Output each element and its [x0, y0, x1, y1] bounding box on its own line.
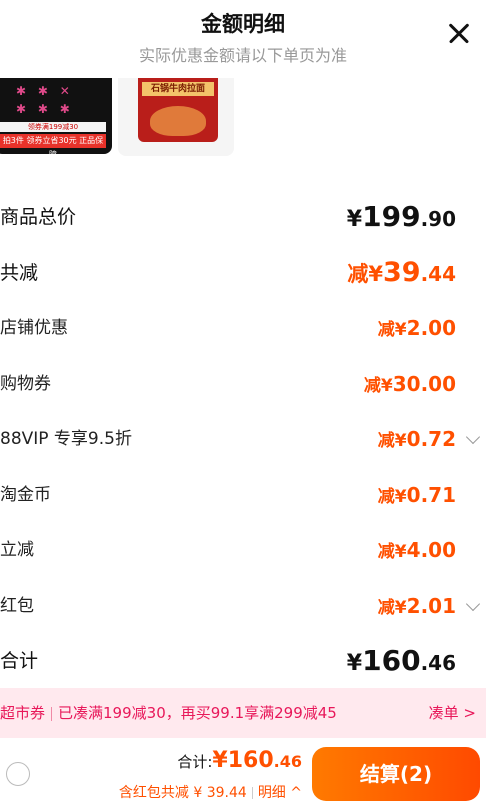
checkout-button[interactable]: 结算(2) [312, 747, 480, 801]
row-value: 减¥39.44 [347, 257, 456, 288]
row-label: 商品总价 [0, 206, 77, 228]
total-label: 合计: [177, 753, 213, 771]
row-label: 立减 [0, 540, 34, 560]
row-label: 店铺优惠 [0, 318, 68, 338]
row-grand-total: 合计 ¥160.46 [0, 641, 486, 681]
panel-header: 金额明细 实际优惠金额请以下单页为准 [0, 0, 486, 78]
promo-text: 超市券 已凑满199减30，再买99.1享满299减45 [0, 688, 337, 738]
page-subtitle: 实际优惠金额请以下单页为准 [138, 46, 347, 65]
row-88vip[interactable]: 88VIP 专享9.5折 减¥0.72 [0, 419, 486, 459]
page-title: 金额明细 [201, 12, 285, 36]
row-value: 减¥30.00 [363, 372, 456, 396]
discount-summary-text: 含红包共减 ¥ 39.44 [118, 785, 247, 801]
row-value: 减¥2.01 [377, 594, 456, 618]
promo-tag: 超市券 [0, 704, 46, 722]
row-value: 减¥0.72 [377, 427, 456, 451]
product-thumbnail[interactable]: ✱ ✱ ✕ ✱ ✱ ✱ 领券满199减30 拍3件 领券立省30元 正品保障 [0, 78, 112, 154]
package-label: 石锅牛肉拉面 [142, 82, 214, 96]
promo-message: 已凑满199减30，再买99.1享满299减45 [58, 704, 337, 722]
row-value: ¥199.90 [346, 200, 456, 233]
pattern-icon: ✱ ✱ ✱ [16, 102, 74, 116]
thumbnail-badge: 拍3件 领券立省30元 正品保障 [0, 134, 106, 154]
product-thumbnail[interactable]: 石锅牛肉拉面 [118, 78, 234, 156]
select-all-radio[interactable] [6, 762, 30, 786]
row-goods-total: 商品总价 ¥199.90 [0, 197, 486, 237]
promo-bar: 超市券 已凑满199减30，再买99.1享满299减45 凑单 > [0, 688, 486, 738]
row-label: 红包 [0, 596, 34, 616]
footer-discount-summary: 含红包共减 ¥ 39.44 明细 ^ [119, 782, 302, 802]
row-value: 减¥0.71 [377, 483, 456, 507]
row-shopping-coupon: 购物券 减¥30.00 [0, 364, 486, 404]
chevron-down-icon[interactable] [465, 596, 481, 612]
chevron-down-icon[interactable] [465, 429, 481, 445]
divider [251, 787, 253, 799]
row-label: 合计 [0, 650, 39, 672]
pattern-icon: ✱ ✱ ✕ [16, 84, 74, 98]
row-value: ¥160.46 [346, 644, 456, 677]
checkout-footer: 合计:¥160.46 含红包共减 ¥ 39.44 明细 ^ 结算(2) [0, 738, 486, 811]
bowl-image [150, 106, 206, 136]
row-value: 减¥2.00 [377, 316, 456, 340]
row-label: 88VIP 专享9.5折 [0, 429, 132, 449]
row-red-packet[interactable]: 红包 减¥2.01 [0, 586, 486, 626]
divider [51, 706, 53, 721]
detail-toggle-link[interactable]: 明细 ^ [258, 785, 302, 801]
row-label: 购物券 [0, 374, 51, 394]
noodle-package-image: 石锅牛肉拉面 [138, 78, 218, 142]
close-icon[interactable] [446, 20, 472, 46]
row-label: 淘金币 [0, 485, 51, 505]
footer-total: 合计:¥160.46 [177, 748, 302, 773]
row-store-discount: 店铺优惠 减¥2.00 [0, 308, 486, 348]
row-value: 减¥4.00 [377, 538, 456, 562]
row-taojinbi: 淘金币 减¥0.71 [0, 475, 486, 515]
row-label: 共减 [0, 262, 39, 284]
total-amount: ¥160.46 [212, 748, 302, 773]
row-total-discount: 共减 减¥39.44 [0, 253, 486, 293]
add-items-link[interactable]: 凑单 > [429, 688, 476, 738]
row-instant-discount: 立减 减¥4.00 [0, 530, 486, 570]
product-thumbnails: ✱ ✱ ✕ ✱ ✱ ✱ 领券满199减30 拍3件 领券立省30元 正品保障 石… [0, 78, 486, 158]
thumbnail-banner: 领券满199减30 [0, 122, 106, 132]
